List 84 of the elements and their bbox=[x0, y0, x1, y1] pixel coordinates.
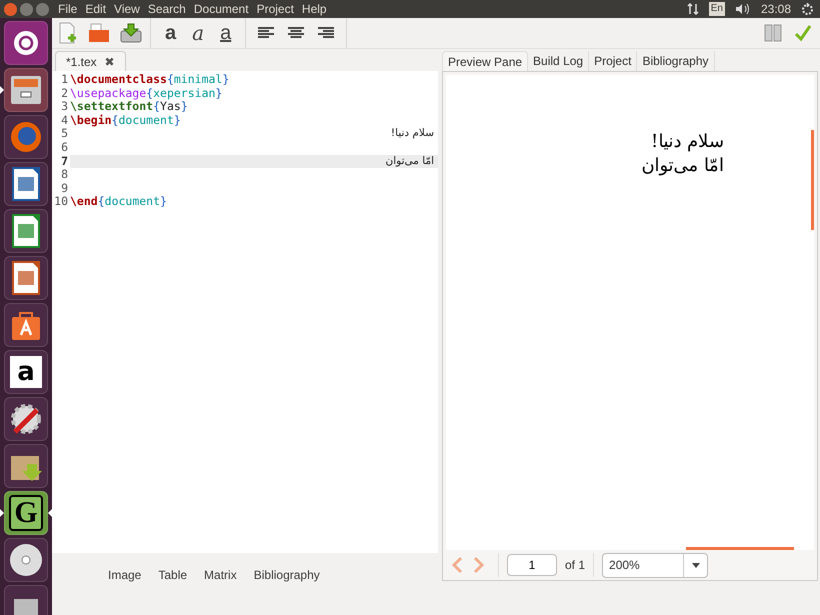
open-folder-icon[interactable] bbox=[88, 23, 110, 43]
launcher-app-button[interactable] bbox=[4, 303, 48, 347]
align-center-icon[interactable] bbox=[288, 27, 304, 39]
code-token: xepersian bbox=[153, 86, 216, 100]
underline-button[interactable]: a bbox=[220, 23, 232, 43]
document-icon bbox=[12, 167, 40, 201]
align-right-icon[interactable] bbox=[318, 27, 334, 39]
bottom-tab[interactable]: Bibliography bbox=[254, 566, 320, 584]
clock-text[interactable]: 23:08 bbox=[760, 0, 791, 18]
align-left-icon[interactable] bbox=[258, 27, 274, 39]
code-token: } bbox=[180, 100, 188, 114]
code-token: minimal bbox=[174, 73, 222, 87]
amazon-logo-icon: a bbox=[10, 356, 42, 388]
scrollbar-icon[interactable] bbox=[811, 130, 814, 230]
menu-item[interactable]: Project bbox=[252, 0, 298, 18]
menu-item[interactable]: Edit bbox=[81, 0, 110, 18]
pane-tab[interactable]: Preview Pane bbox=[442, 51, 528, 71]
editor-tab[interactable]: *1.tex ✖ bbox=[55, 51, 126, 71]
launcher-app-button[interactable] bbox=[4, 397, 48, 441]
launcher-app-button[interactable] bbox=[4, 68, 48, 112]
launcher-app-button[interactable]: a bbox=[4, 350, 48, 394]
ubuntu-logo-icon bbox=[13, 30, 39, 56]
code-token: { bbox=[166, 73, 174, 87]
checkmark-icon[interactable] bbox=[794, 24, 812, 42]
bottom-tab[interactable]: Matrix bbox=[204, 566, 237, 584]
launcher-app-button[interactable] bbox=[4, 209, 48, 253]
bottom-tab[interactable]: Image bbox=[108, 566, 142, 584]
code-token: { bbox=[98, 195, 105, 209]
gear-wrench-icon bbox=[9, 402, 43, 436]
code-token: { bbox=[153, 100, 160, 114]
keyboard-layout-indicator[interactable]: En bbox=[708, 2, 725, 16]
tab-label[interactable]: *1.tex bbox=[66, 52, 97, 70]
code-token: document bbox=[118, 114, 174, 128]
network-arrows-icon bbox=[686, 3, 699, 15]
launcher-app-button[interactable] bbox=[4, 21, 48, 65]
close-icon[interactable] bbox=[4, 2, 17, 16]
shopping-bag-icon bbox=[10, 309, 42, 341]
volume-icon[interactable] bbox=[734, 3, 751, 15]
code-token: \end bbox=[70, 195, 98, 209]
page-number-field[interactable]: 1 bbox=[507, 554, 557, 576]
code-token: \usepackage bbox=[70, 86, 146, 100]
caret-icon bbox=[692, 562, 700, 568]
trash-icon bbox=[11, 597, 41, 615]
code-token: \settextfont bbox=[70, 100, 154, 114]
bold-button[interactable]: a bbox=[165, 23, 176, 43]
code-token: } bbox=[174, 114, 181, 128]
menu-item[interactable]: Help bbox=[298, 0, 331, 18]
settings-icon[interactable] bbox=[801, 2, 814, 16]
code-token: } bbox=[160, 195, 167, 209]
zoom-dropdown[interactable]: 200% bbox=[602, 552, 708, 578]
code-token: Yas bbox=[160, 100, 181, 114]
menu-item[interactable]: Document bbox=[190, 0, 253, 18]
browser-globe-icon bbox=[10, 121, 42, 153]
menu-item[interactable]: Search bbox=[144, 0, 190, 18]
code-token: { bbox=[112, 114, 118, 128]
preview-text: امّا می‌توان bbox=[641, 154, 724, 178]
preview-text: سلام دنیا! bbox=[651, 130, 724, 154]
launcher-app-button[interactable] bbox=[4, 256, 48, 300]
launcher-app-button[interactable] bbox=[4, 444, 48, 488]
arabic-text: سلام دنیا! bbox=[390, 127, 435, 141]
minimize-icon[interactable] bbox=[20, 2, 33, 16]
save-icon[interactable] bbox=[120, 23, 142, 43]
line-number: 7 bbox=[52, 154, 70, 168]
close-tab-icon[interactable]: ✖ bbox=[104, 52, 115, 70]
code-token: \begin bbox=[70, 114, 112, 128]
launcher-app-button[interactable] bbox=[4, 162, 48, 206]
disc-icon bbox=[9, 543, 43, 577]
document-icon bbox=[12, 214, 40, 248]
document-icon bbox=[12, 261, 40, 295]
code-token: } bbox=[215, 86, 222, 100]
menu-item[interactable]: View bbox=[110, 0, 144, 18]
launcher-app-button[interactable] bbox=[4, 538, 48, 582]
code-token: \documentclass bbox=[70, 73, 167, 87]
arabic-text: امّا می‌توان bbox=[386, 154, 435, 168]
bottom-tab[interactable]: Table bbox=[158, 566, 188, 584]
maximize-icon[interactable] bbox=[36, 2, 49, 16]
page-count-text: of 1 bbox=[565, 557, 586, 574]
italic-button[interactable]: a bbox=[192, 23, 204, 43]
code-token: { bbox=[146, 86, 154, 100]
horizontal-scrollbar-icon[interactable] bbox=[686, 547, 794, 550]
menu-item[interactable]: File bbox=[54, 0, 82, 18]
code-token: } bbox=[222, 73, 230, 87]
code-token: document bbox=[104, 195, 160, 209]
file-cabinet-icon bbox=[10, 75, 42, 105]
